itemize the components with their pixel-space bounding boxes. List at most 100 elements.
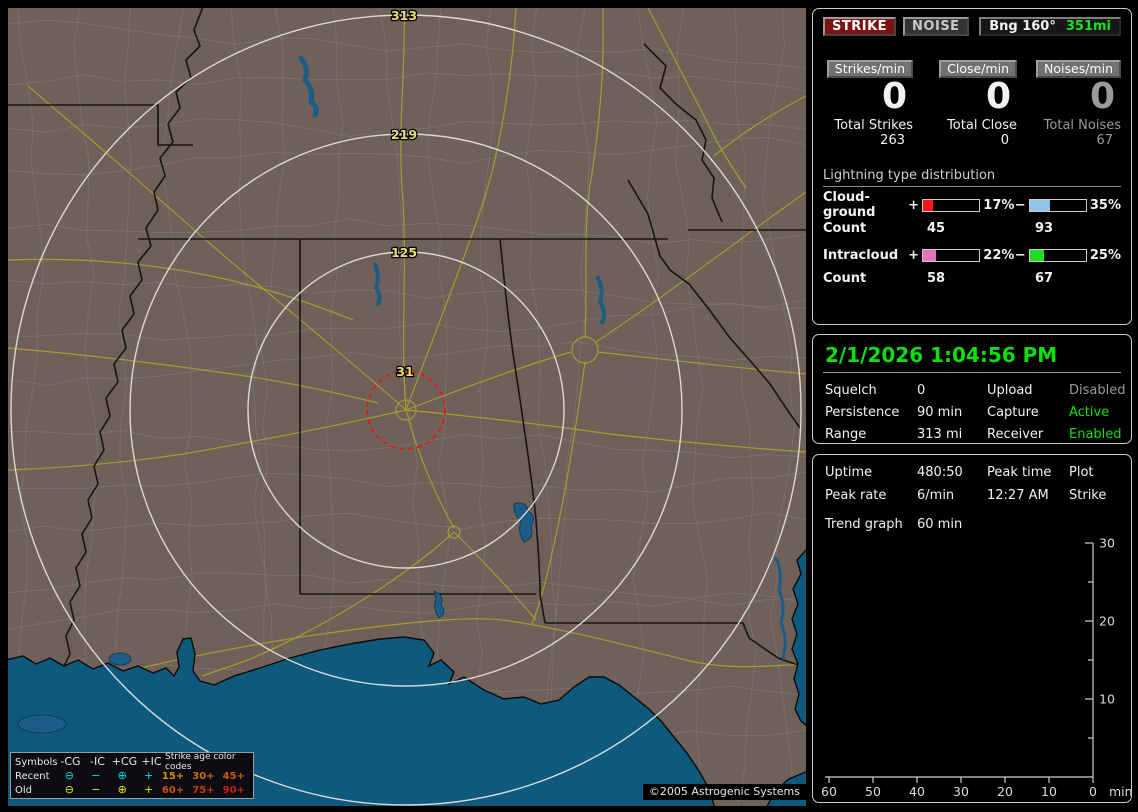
legend-old-row: Old ⊖ − ⊕ + 60+ 75+ 90+ [15, 783, 253, 797]
legend-col-pos-ic: +IC [141, 755, 162, 768]
svg-text:min: min [1109, 784, 1131, 799]
ic-positive-pct: 22% [983, 247, 1015, 263]
ic-negative-bar [1028, 248, 1087, 262]
symbols-legend: Symbols -CG -IC +CG +IC Strike age color… [10, 752, 254, 799]
range-label-219: 219 [391, 127, 417, 142]
strike-mode-button[interactable]: STRIKE [823, 17, 897, 36]
recent-neg-ic-icon: − [91, 769, 101, 782]
app-window: 313 219 125 31 Symbols -CG -IC +CG +IC S… [0, 0, 1138, 812]
cloud-ground-label: Cloud-ground [823, 190, 876, 220]
squelch-label: Squelch [825, 383, 877, 398]
persistence-label: Persistence [825, 405, 900, 420]
persistence-value: 90 min [917, 405, 963, 420]
squelch-value: 0 [917, 383, 926, 398]
total-noises-label: Total Noises [1043, 118, 1121, 133]
mode-row: STRIKE NOISE Bng 160° 351mi [823, 17, 1121, 36]
recent-pos-ic-icon: + [144, 769, 154, 782]
legend-col-pos-cg: +CG [111, 755, 138, 768]
minus-sign: − [1014, 197, 1026, 213]
old-neg-ic-icon: − [91, 783, 101, 796]
legend-header-row: Symbols -CG -IC +CG +IC Strike age color… [15, 752, 253, 772]
cg-negative-bar [1028, 198, 1087, 212]
rate-counters: Strikes/min 0 Total Strikes 263 Close/mi… [823, 60, 1121, 148]
intracloud-count-row: Count 58 67 [823, 271, 1121, 287]
receiver-state: Enabled [1069, 427, 1122, 442]
intracloud-label: Intracloud [823, 247, 899, 263]
noises-per-min-value: 0 [1089, 76, 1115, 117]
count-label: Count [823, 221, 867, 236]
distribution-title: Lightning type distribution [823, 168, 1121, 187]
intracloud-row: Intracloud + 22% − 25% [823, 247, 1121, 263]
range-label-313: 313 [391, 8, 417, 23]
legend-col-neg-cg: -CG [60, 755, 81, 768]
total-close-value: 0 [1000, 133, 1009, 148]
ic-positive-bar [922, 248, 981, 262]
svg-text:60: 60 [821, 784, 837, 799]
svg-text:40: 40 [909, 784, 925, 799]
cg-positive-bar [922, 198, 981, 212]
age-code-45: 45+ [222, 770, 245, 782]
count-label: Count [823, 271, 867, 286]
receiver-label: Receiver [987, 427, 1044, 442]
total-noises-value: 67 [1096, 133, 1113, 148]
age-code-90: 90+ [222, 784, 245, 796]
legend-recent-label: Recent [15, 770, 50, 782]
legend-recent-row: Recent ⊖ − ⊕ + 15+ 30+ 45+ [15, 769, 253, 783]
cloud-ground-row: Cloud-ground + 17% − 35% [823, 190, 1121, 220]
svg-text:20: 20 [1099, 614, 1115, 629]
counters-panel: STRIKE NOISE Bng 160° 351mi Strikes/min … [812, 8, 1132, 325]
range-label-125: 125 [391, 245, 417, 260]
range-label-31: 31 [396, 364, 413, 379]
old-pos-cg-icon: ⊕ [117, 783, 127, 796]
age-code-30: 30+ [192, 770, 215, 782]
svg-text:50: 50 [865, 784, 881, 799]
svg-text:30: 30 [1099, 536, 1115, 551]
status-grid: Squelch 0 Upload Disabled Persistence 90… [823, 383, 1125, 442]
total-strikes-value: 263 [880, 133, 905, 148]
bearing-readout: Bng 160° 351mi [979, 17, 1121, 36]
minus-sign: − [1014, 247, 1026, 263]
age-code-15: 15+ [161, 770, 185, 782]
old-neg-cg-icon: ⊖ [64, 783, 74, 796]
svg-text:0: 0 [1089, 784, 1097, 799]
radar-map: 313 219 125 31 Symbols -CG -IC +CG +IC S… [8, 8, 806, 806]
strikes-counter: Strikes/min 0 Total Strikes 263 [823, 60, 913, 148]
upload-label: Upload [987, 383, 1033, 398]
strikes-per-min-value: 0 [881, 76, 907, 117]
recent-neg-cg-icon: ⊖ [64, 769, 74, 782]
noises-counter: Noises/min 0 Total Noises 67 [1031, 60, 1121, 148]
svg-text:30: 30 [953, 784, 969, 799]
cg-negative-bar-fill [1029, 199, 1050, 211]
noise-mode-button[interactable]: NOISE [903, 17, 969, 36]
range-label: Range [825, 427, 867, 442]
cloud-ground-count-row: Count 45 93 [823, 221, 1121, 237]
cg-negative-count: 93 [1035, 221, 1054, 236]
status-panel: 2/1/2026 1:04:56 PM Squelch 0 Upload Dis… [812, 334, 1132, 444]
trend-graph: 30 20 10 60 50 40 30 20 10 0 min [821, 536, 1131, 800]
cg-positive-bar-fill [923, 199, 933, 211]
cg-positive-pct: 17% [983, 197, 1015, 213]
legend-col-neg-ic: -IC [90, 755, 105, 768]
recent-pos-cg-icon: ⊕ [117, 769, 127, 782]
legend-old-label: Old [15, 784, 32, 796]
age-code-60: 60+ [161, 784, 185, 796]
legend-age-title: Strike age color codes [165, 752, 236, 772]
ic-positive-bar-fill [923, 249, 936, 261]
ic-positive-count: 58 [927, 271, 946, 286]
svg-text:10: 10 [1041, 784, 1057, 799]
capture-state: Active [1069, 405, 1110, 420]
old-pos-ic-icon: + [144, 783, 154, 796]
copyright-bar: ©2005 Astrogenic Systems [642, 784, 806, 800]
ic-negative-count: 67 [1035, 271, 1054, 286]
bearing-label: Bng 160° [989, 19, 1056, 34]
capture-label: Capture [987, 405, 1039, 420]
datetime-display: 2/1/2026 1:04:56 PM [823, 341, 1121, 373]
cg-positive-count: 45 [927, 221, 946, 236]
map-canvas: 313 219 125 31 [8, 8, 806, 806]
total-close-label: Total Close [947, 118, 1017, 133]
age-code-75: 75+ [192, 784, 215, 796]
upload-state: Disabled [1069, 383, 1126, 398]
close-per-min-value: 0 [985, 76, 1011, 117]
close-counter: Close/min 0 Total Close 0 [927, 60, 1017, 148]
plus-sign: + [908, 247, 920, 263]
